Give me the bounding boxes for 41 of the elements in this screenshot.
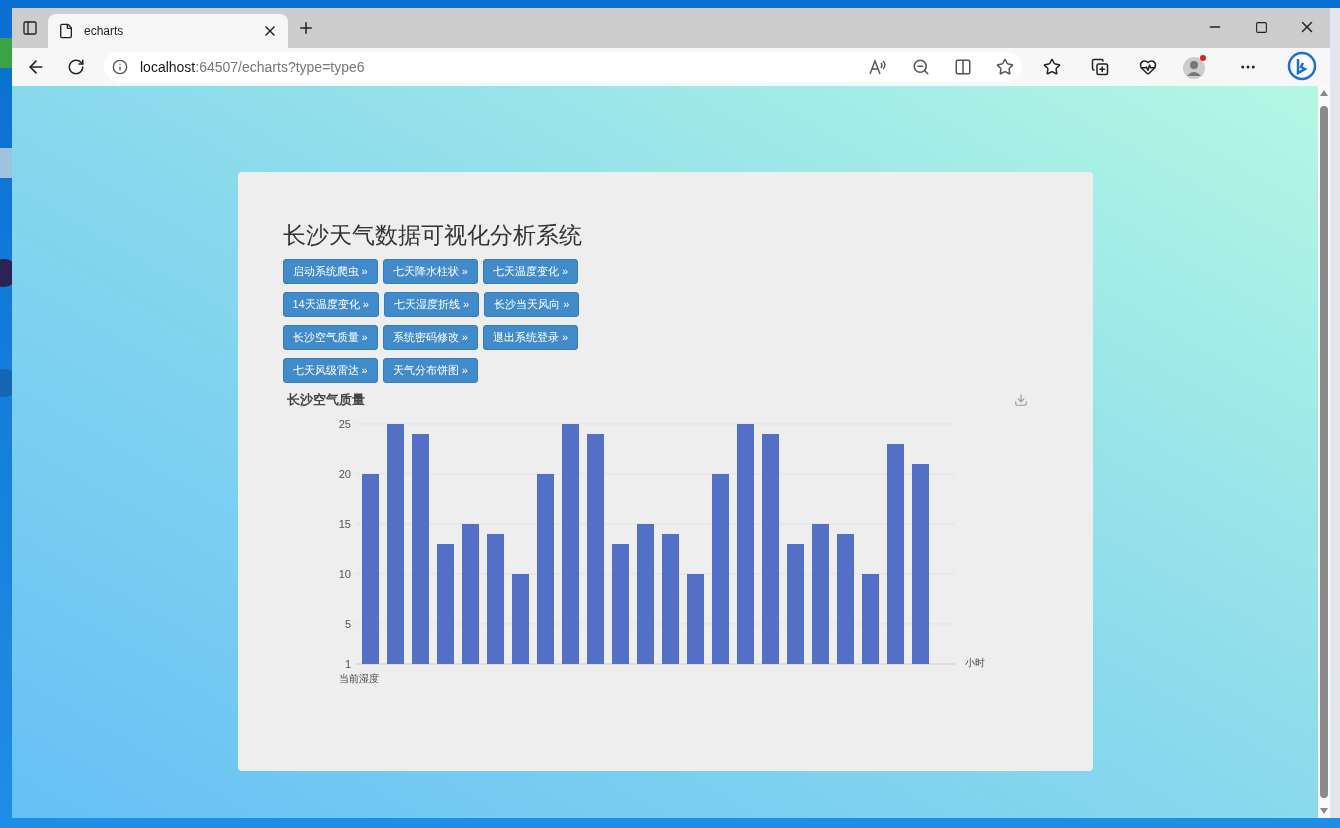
scroll-up-icon[interactable] bbox=[1320, 90, 1328, 96]
address-bar[interactable]: localhost:64507/echarts?type=type6 bbox=[104, 52, 1022, 82]
split-screen-icon[interactable] bbox=[954, 58, 972, 76]
axis-tick-label: 20 bbox=[338, 468, 351, 480]
url-path: :64507/echarts?type=type6 bbox=[195, 59, 365, 75]
page-icon bbox=[58, 23, 74, 39]
bing-icon[interactable] bbox=[1286, 51, 1318, 83]
url-host: localhost bbox=[140, 59, 196, 75]
info-icon[interactable] bbox=[112, 59, 128, 75]
scroll-down-icon[interactable] bbox=[1320, 808, 1328, 814]
axis-tick-label: 10 bbox=[338, 568, 351, 580]
axis-tick-label: 5 bbox=[344, 618, 351, 630]
profile-avatar[interactable] bbox=[1182, 54, 1208, 80]
read-aloud-icon[interactable] bbox=[868, 58, 888, 76]
axis-tick-label: 25 bbox=[338, 418, 351, 430]
page-title: 长沙天气数据可视化分析系统 bbox=[282, 221, 583, 250]
chart-title: 长沙空气质量 bbox=[286, 391, 366, 409]
nav-button[interactable]: 长沙空气质量 » bbox=[282, 325, 378, 350]
favorite-icon[interactable] bbox=[996, 58, 1014, 76]
nav-button[interactable]: 七天温度变化 » bbox=[482, 259, 579, 284]
nav-button[interactable]: 天气分布饼图 » bbox=[382, 358, 478, 383]
nav-button[interactable]: 启动系统爬虫 » bbox=[282, 259, 378, 284]
tab-title: echarts bbox=[84, 24, 125, 38]
nav-button[interactable]: 14天温度变化 » bbox=[282, 292, 379, 317]
zoom-out-icon[interactable] bbox=[912, 58, 930, 76]
desktop-icon bbox=[0, 148, 12, 178]
desktop-icon bbox=[0, 258, 12, 288]
nav-button[interactable]: 七天降水柱状 » bbox=[382, 259, 478, 284]
y-axis-label: 当前湿度 bbox=[338, 673, 379, 684]
nav-button[interactable]: 系统密码修改 » bbox=[382, 325, 478, 350]
desktop-icon bbox=[0, 368, 12, 398]
nav-button[interactable]: 退出系统登录 » bbox=[482, 325, 579, 350]
desktop-icon bbox=[0, 38, 12, 68]
browser-tab[interactable]: echarts bbox=[48, 14, 288, 48]
axis-tick-label: 15 bbox=[338, 518, 351, 530]
axis-tick-label: 1 bbox=[344, 658, 351, 670]
nav-button[interactable]: 七天湿度折线 » bbox=[383, 292, 480, 317]
scrollbar-thumb[interactable] bbox=[1320, 106, 1328, 798]
nav-button[interactable]: 长沙当天风向 » bbox=[484, 292, 580, 317]
nav-button[interactable]: 七天风级雷达 » bbox=[282, 358, 378, 383]
x-axis-label: 小时 bbox=[964, 657, 985, 668]
